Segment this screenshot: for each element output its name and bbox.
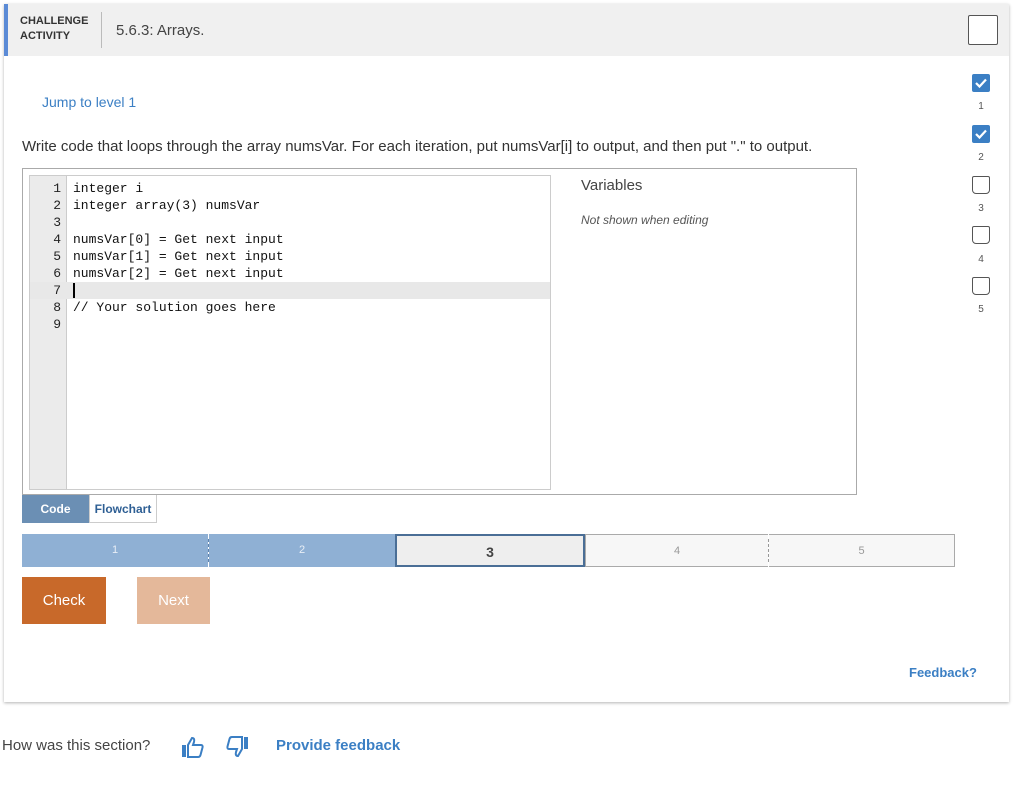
line-number: 7	[53, 283, 61, 298]
provide-feedback-link[interactable]: Provide feedback	[276, 737, 400, 754]
level-4-checkbox[interactable]	[972, 226, 990, 244]
challenge-card: CHALLENGE ACTIVITY 5.6.3: Arrays. Jump t…	[4, 4, 1009, 702]
code-line[interactable]: 5 numsVar[1] = Get next input	[30, 248, 550, 265]
code-text: numsVar[2] = Get next input	[73, 266, 284, 281]
variables-title: Variables	[581, 177, 643, 194]
activity-type-label: CHALLENGE ACTIVITY	[20, 14, 88, 44]
thumbs-down-icon[interactable]	[225, 736, 249, 758]
code-line[interactable]: 9	[30, 316, 550, 333]
activity-type-line2: ACTIVITY	[20, 30, 71, 42]
activity-title: 5.6.3: Arrays.	[116, 22, 205, 39]
line-number: 8	[53, 300, 61, 315]
text-cursor	[73, 283, 75, 298]
jump-to-level-link[interactable]: Jump to level 1	[42, 94, 136, 110]
side-level-number: 4	[978, 254, 984, 265]
code-text: integer array(3) numsVar	[73, 198, 261, 213]
level-5-checkbox[interactable]	[972, 277, 990, 295]
prompt-text: Write code that loops through the array …	[22, 138, 813, 155]
code-panel: 1 integer i 2 integer array(3) numsVar 3 4 num…	[22, 168, 857, 495]
code-line[interactable]: 6 numsVar[2] = Get next input	[30, 265, 550, 282]
level-2-checkbox[interactable]	[972, 125, 990, 143]
section-rating-question: How was this section?	[2, 737, 151, 754]
line-number: 6	[53, 266, 61, 281]
code-text: integer i	[73, 181, 144, 196]
line-number: 9	[53, 317, 61, 332]
level-5-segment[interactable]: 5	[769, 534, 955, 567]
activity-type-line1: CHALLENGE	[20, 15, 89, 27]
tab-flowchart[interactable]: Flowchart	[89, 495, 157, 523]
variables-note: Not shown when editing	[581, 213, 709, 227]
side-level-number: 1	[978, 101, 984, 112]
bookmark-icon[interactable]	[968, 15, 998, 45]
tab-code[interactable]: Code	[22, 495, 89, 523]
checkmark-icon	[975, 129, 987, 140]
feedback-link[interactable]: Feedback?	[909, 665, 977, 680]
code-line[interactable]: 1 integer i	[30, 180, 550, 197]
code-line[interactable]: 3	[30, 214, 550, 231]
activity-header: CHALLENGE ACTIVITY 5.6.3: Arrays.	[4, 4, 1009, 56]
header-divider	[101, 12, 102, 48]
line-number: 1	[53, 181, 61, 196]
side-level-number: 3	[978, 203, 984, 214]
checkmark-icon	[975, 78, 987, 89]
code-editor[interactable]: 1 integer i 2 integer array(3) numsVar 3 4 num…	[29, 175, 551, 490]
code-text: numsVar[1] = Get next input	[73, 249, 284, 264]
side-level-number: 2	[978, 152, 984, 163]
code-text: // Your solution goes here	[73, 300, 276, 315]
level-progress-bar: 1 2 3 4 5	[22, 534, 955, 567]
line-number: 5	[53, 249, 61, 264]
line-number: 2	[53, 198, 61, 213]
line-number: 3	[53, 215, 61, 230]
code-line[interactable]: 4 numsVar[0] = Get next input	[30, 231, 550, 248]
code-line[interactable]: 7	[30, 282, 550, 299]
side-level-number: 5	[978, 304, 984, 315]
level-3-segment[interactable]: 3	[395, 534, 585, 567]
code-text: numsVar[0] = Get next input	[73, 232, 284, 247]
level-4-segment[interactable]: 4	[585, 534, 768, 567]
code-line[interactable]: 8 // Your solution goes here	[30, 299, 550, 316]
line-number: 4	[53, 232, 61, 247]
level-2-segment[interactable]: 2	[209, 534, 395, 567]
code-line[interactable]: 2 integer array(3) numsVar	[30, 197, 550, 214]
next-button[interactable]: Next	[137, 577, 210, 624]
level-1-checkbox[interactable]	[972, 74, 990, 92]
check-button[interactable]: Check	[22, 577, 106, 624]
level-3-checkbox[interactable]	[972, 176, 990, 194]
level-1-segment[interactable]: 1	[22, 534, 208, 567]
thumbs-up-icon[interactable]	[181, 736, 205, 758]
